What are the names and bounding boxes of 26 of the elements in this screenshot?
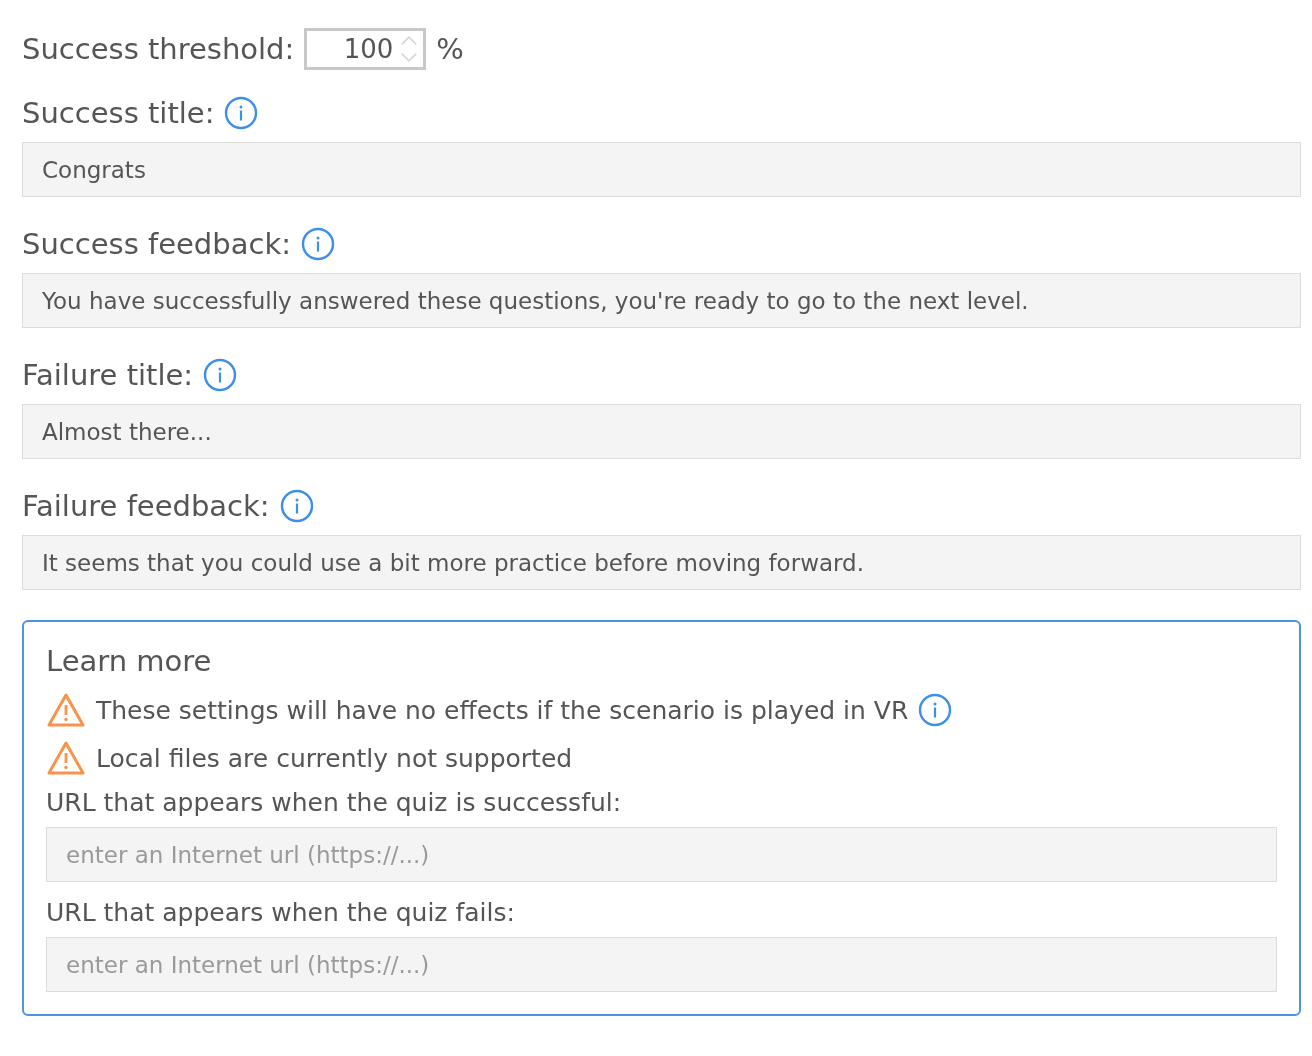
field-label: URL that appears when the quiz fails:: [46, 898, 516, 927]
info-icon[interactable]: [279, 489, 314, 523]
threshold-label: Success threshold:: [22, 32, 295, 66]
info-icon[interactable]: [203, 358, 238, 392]
percent-unit: %: [436, 32, 464, 66]
field-label: Failure feedback:: [22, 489, 270, 523]
text-field[interactable]: Congrats: [22, 142, 1301, 197]
number-input[interactable]: 100: [317, 34, 394, 64]
warning-text: These settings will have no effects if the scenario is played in VR: [96, 695, 909, 725]
panel-title: Learn more: [46, 644, 213, 678]
warning-icon: [46, 740, 86, 776]
warning-text: Local files are currently not supported: [96, 743, 573, 773]
info-icon[interactable]: [300, 227, 335, 261]
threshold-input[interactable]: 100: [304, 28, 427, 70]
text-field[interactable]: It seems that you could use a bit more practice before moving forward.: [22, 535, 1301, 590]
text-field[interactable]: Almost there...: [22, 404, 1301, 459]
info-icon[interactable]: [224, 96, 259, 130]
field-label: Success feedback:: [22, 227, 291, 261]
url-field[interactable]: enter an Internet url (https://...): [46, 827, 1277, 882]
field-label: URL that appears when the quiz is successful:: [46, 788, 623, 817]
field-label: Failure title:: [22, 358, 194, 392]
field-label: Success title:: [22, 96, 215, 130]
info-icon[interactable]: [918, 693, 953, 727]
url-field[interactable]: enter an Internet url (https://...): [46, 937, 1277, 992]
warning-icon: [46, 692, 86, 728]
text-field[interactable]: You have successfully answered these questions, you're ready to go to the next level.: [22, 273, 1301, 328]
